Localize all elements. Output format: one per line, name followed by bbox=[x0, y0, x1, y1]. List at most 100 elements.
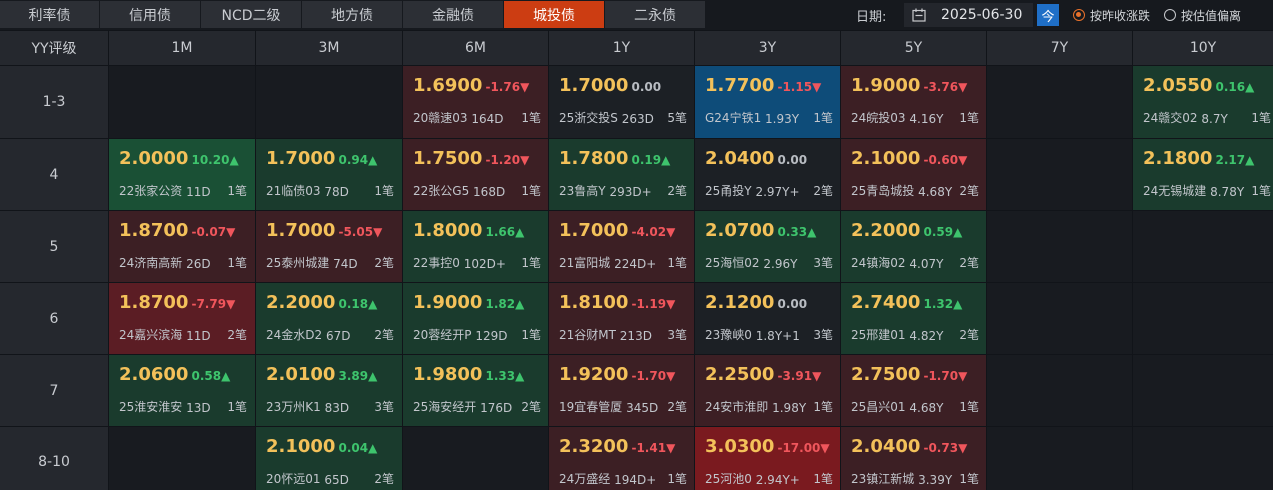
quote-cell[interactable]: 2.0600 0.58▲ 25淮安淮安 13D 1笔 bbox=[109, 355, 255, 426]
quote-cell[interactable]: 1.8700 -7.79▼ 24嘉兴滨海 11D 2笔 bbox=[109, 283, 255, 354]
quote-cell[interactable]: 2.2000 0.18▲ 24金水D2 67D 2笔 bbox=[256, 283, 402, 354]
down-arrow-icon: ▼ bbox=[520, 153, 530, 167]
column-header-1y[interactable]: 1Y bbox=[549, 31, 694, 65]
empty-cell bbox=[1133, 283, 1273, 354]
trade-count: 2笔 bbox=[374, 472, 394, 486]
quote-cell[interactable]: 2.7500 -1.70▼ 25昌兴01 4.68Y 1笔 bbox=[841, 355, 986, 426]
change-number: -1.20 bbox=[485, 153, 521, 167]
quote-cell[interactable]: 1.7500 -1.20▼ 22张公G5 168D 1笔 bbox=[403, 139, 548, 210]
quote-cell[interactable]: 3.0300 -17.00▼ 25河池0 2.94Y+ 1笔 bbox=[695, 427, 840, 490]
radio-selected-icon bbox=[1073, 9, 1085, 21]
quote-cell[interactable]: 1.8000 1.66▲ 22事控0 102D+ 1笔 bbox=[403, 211, 548, 282]
column-header-3y[interactable]: 3Y bbox=[695, 31, 840, 65]
tab-2[interactable]: NCD二级 bbox=[201, 1, 301, 28]
radio-change[interactable]: 按昨收涨跌 bbox=[1073, 7, 1150, 24]
quote-line: 1.7500 -1.20▼ bbox=[413, 148, 529, 169]
tab-0[interactable]: 利率债 bbox=[0, 1, 99, 28]
quote-cell[interactable]: 2.0550 0.16▲ 24赣交02 8.7Y 1笔 bbox=[1133, 66, 1273, 138]
column-header-7y[interactable]: 7Y bbox=[987, 31, 1132, 65]
tab-5[interactable]: 城投债 bbox=[504, 1, 604, 28]
trade-count: 1笔 bbox=[374, 184, 394, 198]
down-arrow-icon: ▼ bbox=[958, 80, 968, 94]
quote-cell[interactable]: 1.9000 1.82▲ 20蓉经开P 129D 1笔 bbox=[403, 283, 548, 354]
down-arrow-icon: ▼ bbox=[820, 441, 830, 455]
bond-info: 22事控0 102D+ 1笔 bbox=[413, 254, 541, 271]
quote-line: 1.7000 0.00 bbox=[559, 75, 661, 96]
down-arrow-icon: ▼ bbox=[666, 369, 676, 383]
quote-cell[interactable]: 1.7800 0.19▲ 23鲁高Y 293D+ 2笔 bbox=[549, 139, 694, 210]
quote-cell[interactable]: 2.1000 0.04▲ 20怀远01 65D 2笔 bbox=[256, 427, 402, 490]
trade-count: 1笔 bbox=[521, 184, 541, 198]
quote-cell[interactable]: 1.7000 -5.05▼ 25泰州城建 74D 2笔 bbox=[256, 211, 402, 282]
change-number: 2.17 bbox=[1215, 153, 1246, 167]
change-number: 0.00 bbox=[777, 297, 808, 311]
tab-3[interactable]: 地方债 bbox=[302, 1, 402, 28]
column-header-6m[interactable]: 6M bbox=[403, 31, 548, 65]
quote-line: 2.1000 -0.60▼ bbox=[851, 148, 967, 169]
bond-term: 164D bbox=[471, 112, 504, 126]
quote-cell[interactable]: 1.6900 -1.76▼ 20赣速03 164D 1笔 bbox=[403, 66, 548, 138]
bond-info: 25昌兴01 4.68Y 1笔 bbox=[851, 398, 979, 415]
quote-cell[interactable]: 1.8100 -1.19▼ 21谷财MT 213D 3笔 bbox=[549, 283, 694, 354]
quote-cell[interactable]: 2.1800 2.17▲ 24无锡城建 8.78Y 1笔 bbox=[1133, 139, 1273, 210]
empty-cell bbox=[256, 66, 402, 138]
yield-value: 2.0550 bbox=[1143, 75, 1213, 96]
column-header-3m[interactable]: 3M bbox=[256, 31, 402, 65]
quote-cell[interactable]: 1.7000 -4.02▼ 21富阳城 224D+ 1笔 bbox=[549, 211, 694, 282]
change-value: 0.00 bbox=[777, 297, 807, 311]
rating-row-header: 8-10 bbox=[0, 427, 108, 490]
quote-cell[interactable]: 2.7400 1.32▲ 25邢建01 4.82Y 2笔 bbox=[841, 283, 986, 354]
trade-count: 1笔 bbox=[813, 472, 833, 486]
quote-cell[interactable]: 2.0400 -0.73▼ 23镇江新城 3.39Y 1笔 bbox=[841, 427, 986, 490]
trade-count: 2笔 bbox=[374, 256, 394, 270]
quote-cell[interactable]: 2.2500 -3.91▼ 24安市淮即 1.98Y 1笔 bbox=[695, 355, 840, 426]
quote-cell[interactable]: 2.1200 0.00 23豫峡0 1.8Y+1 3笔 bbox=[695, 283, 840, 354]
column-header-10y[interactable]: 10Y bbox=[1133, 31, 1273, 65]
quote-cell[interactable]: 2.0700 0.33▲ 25海恒02 2.96Y 3笔 bbox=[695, 211, 840, 282]
quote-cell[interactable]: 1.7700 -1.15▼ G24宁铁1 1.93Y 1笔 bbox=[695, 66, 840, 138]
bond-term: 176D bbox=[480, 401, 513, 415]
up-arrow-icon: ▲ bbox=[368, 441, 378, 455]
yield-value: 2.1000 bbox=[851, 148, 921, 169]
quote-cell[interactable]: 2.0100 3.89▲ 23万州K1 83D 3笔 bbox=[256, 355, 402, 426]
quote-cell[interactable]: 1.7000 0.00 25浙交投S 263D 5笔 bbox=[549, 66, 694, 138]
date-picker[interactable]: 2025-06-30 bbox=[904, 3, 1033, 27]
change-value: 0.04▲ bbox=[338, 441, 377, 455]
change-number: -1.76 bbox=[485, 80, 521, 94]
rating-row-header: 6 bbox=[0, 283, 108, 354]
quote-cell[interactable]: 1.7000 0.94▲ 21临债03 78D 1笔 bbox=[256, 139, 402, 210]
today-button[interactable]: 今 bbox=[1037, 4, 1059, 26]
quote-cell[interactable]: 1.9800 1.33▲ 25海安经开 176D 2笔 bbox=[403, 355, 548, 426]
tab-6[interactable]: 二永债 bbox=[605, 1, 705, 28]
empty-cell bbox=[987, 427, 1132, 490]
change-number: -3.91 bbox=[777, 369, 813, 383]
change-number: -7.79 bbox=[191, 297, 227, 311]
change-value: 0.94▲ bbox=[338, 153, 377, 167]
change-value: 2.17▲ bbox=[1215, 153, 1254, 167]
bond-info: 25青岛城投 4.68Y 2笔 bbox=[851, 182, 979, 199]
radio-deviation[interactable]: 按估值偏离 bbox=[1164, 7, 1241, 24]
tab-4[interactable]: 金融债 bbox=[403, 1, 503, 28]
bond-name: 23镇江新城 bbox=[851, 472, 915, 486]
bond-info: G24宁铁1 1.93Y 1笔 bbox=[705, 109, 833, 126]
quote-cell[interactable]: 2.0000 10.20▲ 22张家公资 11D 1笔 bbox=[109, 139, 255, 210]
quote-cell[interactable]: 2.1000 -0.60▼ 25青岛城投 4.68Y 2笔 bbox=[841, 139, 986, 210]
quote-cell[interactable]: 1.8700 -0.07▼ 24济南高新 26D 1笔 bbox=[109, 211, 255, 282]
trade-count: 3笔 bbox=[374, 400, 394, 414]
trade-count: 2笔 bbox=[959, 184, 979, 198]
quote-cell[interactable]: 2.2000 0.59▲ 24镇海02 4.07Y 2笔 bbox=[841, 211, 986, 282]
tab-1[interactable]: 信用债 bbox=[100, 1, 200, 28]
column-header-1m[interactable]: 1M bbox=[109, 31, 255, 65]
yield-value: 2.1200 bbox=[705, 292, 775, 313]
quote-line: 2.7500 -1.70▼ bbox=[851, 364, 967, 385]
quote-cell[interactable]: 2.0400 0.00 25甬投Y 2.97Y+ 2笔 bbox=[695, 139, 840, 210]
quote-cell[interactable]: 1.9200 -1.70▼ 19宜春管厦 345D 2笔 bbox=[549, 355, 694, 426]
quote-cell[interactable]: 1.9000 -3.76▼ 24皖投03 4.16Y 1笔 bbox=[841, 66, 986, 138]
bond-name: 24金水D2 bbox=[266, 328, 323, 342]
quote-cell[interactable]: 2.3200 -1.41▼ 24万盛经 194D+ 1笔 bbox=[549, 427, 694, 490]
column-header-5y[interactable]: 5Y bbox=[841, 31, 986, 65]
yield-value: 2.0000 bbox=[119, 148, 189, 169]
yield-value: 2.0400 bbox=[851, 436, 921, 457]
bond-name: 23万州K1 bbox=[266, 400, 321, 414]
bond-term: 293D+ bbox=[609, 185, 652, 199]
